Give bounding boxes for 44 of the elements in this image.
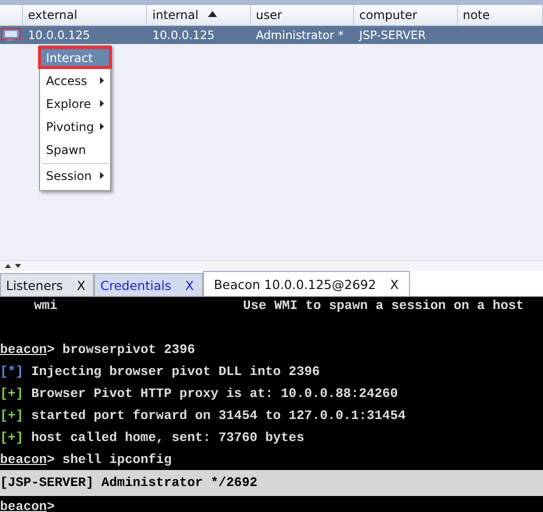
collapse-arrows-icon[interactable] [3, 263, 23, 269]
table-cell: JSP-SERVER [359, 28, 426, 42]
close-tab-button[interactable]: X [185, 278, 194, 292]
menu-item[interactable]: Interact [38, 46, 112, 69]
column-header[interactable]: user [250, 5, 354, 25]
close-tab-button[interactable]: X [76, 278, 86, 292]
console-text: Browser Pivot HTTP proxy is at: 10.0.0.88:24260 [30, 386, 398, 401]
console-command: browserpivot 2396 [61, 342, 196, 357]
column-header[interactable]: computer [354, 5, 458, 25]
submenu-arrow-icon [100, 100, 104, 107]
console-text: host called home, sent: 73760 bytes [30, 430, 304, 445]
menu-item[interactable]: Spawn [40, 138, 110, 161]
split-handle[interactable] [0, 260, 543, 271]
menu-item[interactable]: Pivoting [40, 115, 110, 138]
column-header[interactable]: internal [147, 5, 251, 25]
menu-item[interactable]: Explore [40, 92, 110, 115]
table-cell: 10.0.0.125 [28, 28, 90, 42]
console-text: Injecting browser pivot DLL into 2396 [30, 364, 320, 379]
status-marker: [*] [0, 364, 24, 379]
table-cell: Administrator * [256, 28, 344, 42]
close-tab-button[interactable]: X [390, 276, 399, 292]
console-text: Use WMI to spawn a session on a host [243, 298, 524, 313]
console-command: shell ipconfig [61, 452, 172, 467]
console-text: started port forward on 31454 to 127.0.0.1:31454 [30, 408, 406, 423]
tab[interactable]: Listeners X [0, 273, 94, 296]
table-row[interactable]: 10.0.0.125 10.0.0.125 Administrator * JSP-SERVER [0, 26, 543, 44]
computer-icon [1, 28, 22, 42]
menu-item[interactable]: Access [40, 69, 110, 92]
status-marker: [+] [0, 386, 24, 401]
submenu-arrow-icon [100, 123, 104, 130]
command-input[interactable]: beacon> [0, 496, 80, 512]
menu-item[interactable]: Session [42, 163, 108, 187]
prompt-label: beacon> [0, 452, 55, 467]
console-text: wmi [33, 297, 58, 315]
column-header[interactable]: note [458, 5, 543, 25]
tab[interactable]: Credentials X [94, 273, 203, 296]
tab[interactable]: Beacon 10.0.0.125@2692 X [202, 271, 410, 296]
submenu-arrow-icon [100, 172, 104, 179]
table-cell: 10.0.0.125 [152, 28, 215, 42]
prompt-label: beacon> [0, 342, 55, 357]
submenu-arrow-icon [100, 77, 104, 84]
status-marker: [+] [0, 408, 24, 423]
column-header[interactable]: external [22, 5, 148, 25]
status-marker: [+] [0, 430, 24, 445]
